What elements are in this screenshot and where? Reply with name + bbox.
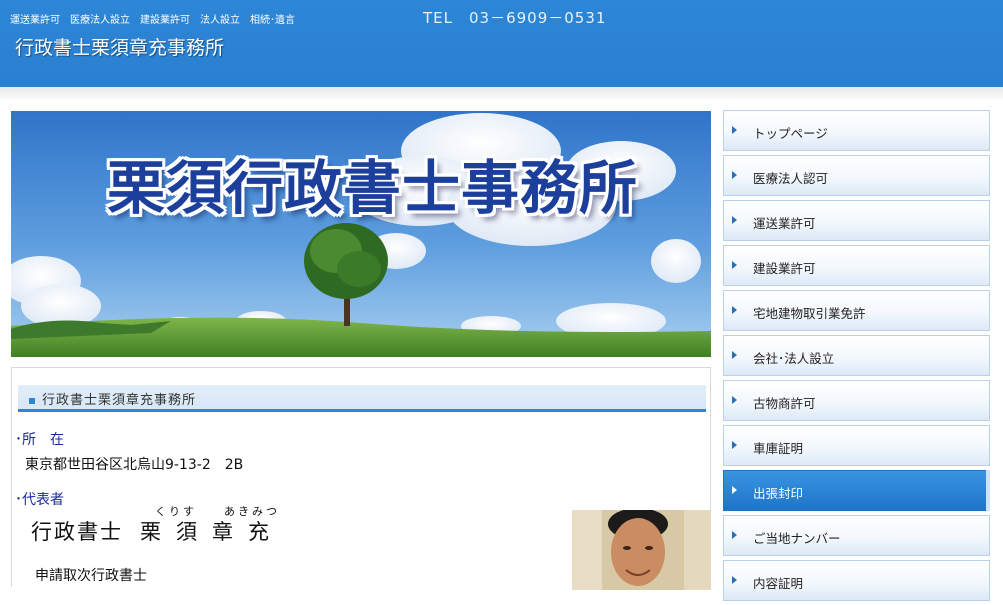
nav-item-label: 宅地建物取引業免許 — [753, 306, 866, 321]
nav-item-real-estate-license[interactable]: 宅地建物取引業免許 — [723, 290, 990, 331]
arrow-right-icon — [732, 486, 737, 494]
header-shadow-band — [0, 87, 1003, 101]
hero-banner: 栗須行政書士事務所 — [11, 111, 711, 357]
address-value: 東京都世田谷区北烏山9-13-2 2B — [25, 457, 244, 473]
arrow-right-icon — [732, 261, 737, 269]
nav-item-label: 車庫証明 — [753, 441, 804, 456]
square-bullet-icon — [29, 398, 35, 404]
arrow-right-icon — [732, 531, 737, 539]
arrow-right-icon — [732, 396, 737, 404]
site-title-link[interactable]: 行政書士栗須章充事務所 — [15, 33, 224, 60]
nav-item-label: ご当地ナンバー — [753, 531, 841, 546]
arrow-right-icon — [732, 306, 737, 314]
representative-name: 行政書士栗須章充 — [31, 516, 284, 546]
rep-name-char: 充 — [248, 520, 271, 544]
section-heading: 行政書士栗須章充事務所 — [18, 385, 706, 412]
arrow-right-icon — [732, 576, 737, 584]
nav-item-antique-dealer[interactable]: 古物商許可 — [723, 380, 990, 421]
representative-photo — [572, 510, 711, 590]
header-telephone: TEL 03－6909－0531 — [423, 9, 607, 27]
sidebar-nav: トップページ 医療法人認可 運送業許可 建設業許可 宅地建物取引業免許 会社･法… — [723, 110, 990, 605]
nav-item-label: 運送業許可 — [753, 216, 816, 231]
nav-item-label: 古物商許可 — [753, 396, 816, 411]
rep-title: 行政書士 — [31, 520, 123, 544]
site-header: 運送業許可 医療法人設立 建設業許可 法人設立 相続･遺言 TEL 03－690… — [0, 0, 1003, 87]
arrow-right-icon — [732, 126, 737, 134]
nav-item-certified-mail[interactable]: 内容証明 — [723, 560, 990, 601]
nav-item-label: 医療法人認可 — [753, 171, 829, 186]
nav-item-top-page[interactable]: トップページ — [723, 110, 990, 151]
nav-item-medical-corporation[interactable]: 医療法人認可 — [723, 155, 990, 196]
banner-title: 栗須行政書士事務所 — [107, 154, 639, 222]
nav-item-label: 会社･法人設立 — [753, 351, 835, 366]
nav-item-label: トップページ — [753, 126, 828, 141]
nav-item-local-number-plate[interactable]: ご当地ナンバー — [723, 515, 990, 556]
nav-item-label: 建設業許可 — [753, 261, 816, 276]
rep-name-char: 栗 — [140, 520, 163, 544]
arrow-right-icon — [732, 441, 737, 449]
nav-item-company-formation[interactable]: 会社･法人設立 — [723, 335, 990, 376]
address-label: ･所 在 — [15, 432, 64, 448]
header-service-tags: 運送業許可 医療法人設立 建設業許可 法人設立 相続･遺言 — [10, 15, 295, 26]
nav-item-label: 内容証明 — [753, 576, 804, 591]
nav-item-construction-license[interactable]: 建設業許可 — [723, 245, 990, 286]
arrow-right-icon — [732, 171, 737, 179]
nav-item-mobile-sealing[interactable]: 出張封印 — [723, 470, 990, 511]
nav-item-label: 出張封印 — [753, 486, 804, 501]
rep-name-char: 章 — [212, 520, 235, 544]
section-heading-text: 行政書士栗須章充事務所 — [42, 393, 197, 408]
rep-name-char: 須 — [176, 520, 199, 544]
arrow-right-icon — [732, 216, 737, 224]
nav-item-transport-license[interactable]: 運送業許可 — [723, 200, 990, 241]
arrow-right-icon — [732, 351, 737, 359]
representative-role: 申請取次行政書士 — [35, 568, 147, 584]
main-content: 行政書士栗須章充事務所 ･所 在 東京都世田谷区北烏山9-13-2 2B ･代表… — [11, 367, 711, 590]
representative-label: ･代表者 — [15, 492, 64, 508]
nav-item-garage-certificate[interactable]: 車庫証明 — [723, 425, 990, 466]
